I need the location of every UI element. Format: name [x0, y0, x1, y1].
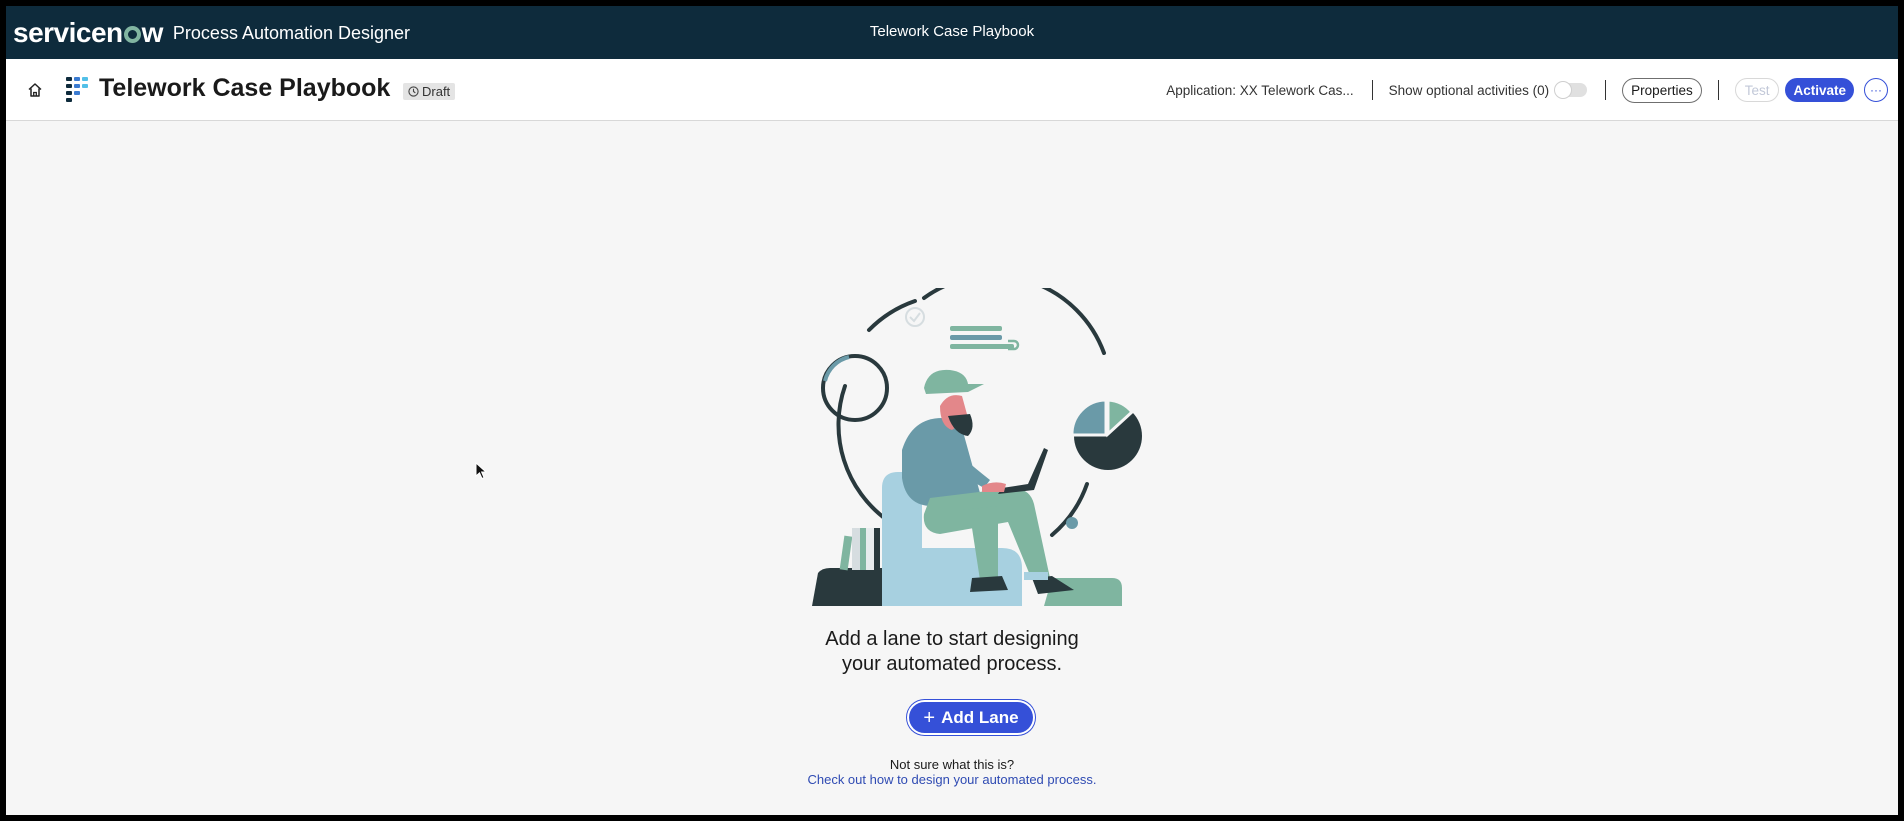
clock-icon: [408, 86, 419, 97]
add-lane-label: Add Lane: [941, 707, 1019, 727]
activate-button[interactable]: Activate: [1785, 78, 1854, 102]
window-title: Telework Case Playbook: [869, 23, 1035, 40]
plus-icon: +: [923, 706, 936, 729]
status-badge: Draft: [403, 83, 456, 100]
playbook-icon: [66, 77, 88, 102]
status-label: Draft: [422, 84, 451, 99]
home-icon[interactable]: [24, 79, 46, 101]
help-link[interactable]: Check out how to design your automated p…: [6, 772, 1898, 787]
designer-header: Telework Case Playbook Draft Application…: [6, 59, 1898, 121]
check-icon: [905, 307, 925, 327]
top-navigation-bar: servicen w Process Automation Designer Te…: [6, 6, 1898, 59]
more-options-button[interactable]: ···: [1864, 78, 1888, 102]
properties-button[interactable]: Properties: [1622, 77, 1702, 103]
empty-state-message: Add a lane to start designing your autom…: [6, 627, 1898, 677]
app-window: servicen w Process Automation Designer Te…: [6, 6, 1898, 815]
divider: [1371, 80, 1373, 100]
empty-state-line-2: your automated process.: [841, 653, 1063, 675]
optional-activities-label: Show optional activities (0): [1388, 82, 1550, 98]
divider: [1605, 80, 1607, 100]
header-actions: Application: XX Telework Cas... Show opt…: [1166, 74, 1888, 106]
help-question: Not sure what this is?: [889, 757, 1015, 772]
application-label[interactable]: Application: XX Telework Cas...: [1166, 83, 1353, 98]
add-lane-button[interactable]: + Add Lane: [909, 702, 1033, 733]
mouse-pointer-icon: [475, 462, 487, 480]
page-title: Telework Case Playbook: [99, 74, 391, 102]
empty-state-illustration: [812, 288, 1142, 606]
test-button[interactable]: Test: [1734, 78, 1780, 102]
optional-activities-toggle[interactable]: [1554, 81, 1588, 99]
divider: [1717, 80, 1719, 100]
empty-state-line-1: Add a lane to start designing: [825, 628, 1079, 650]
